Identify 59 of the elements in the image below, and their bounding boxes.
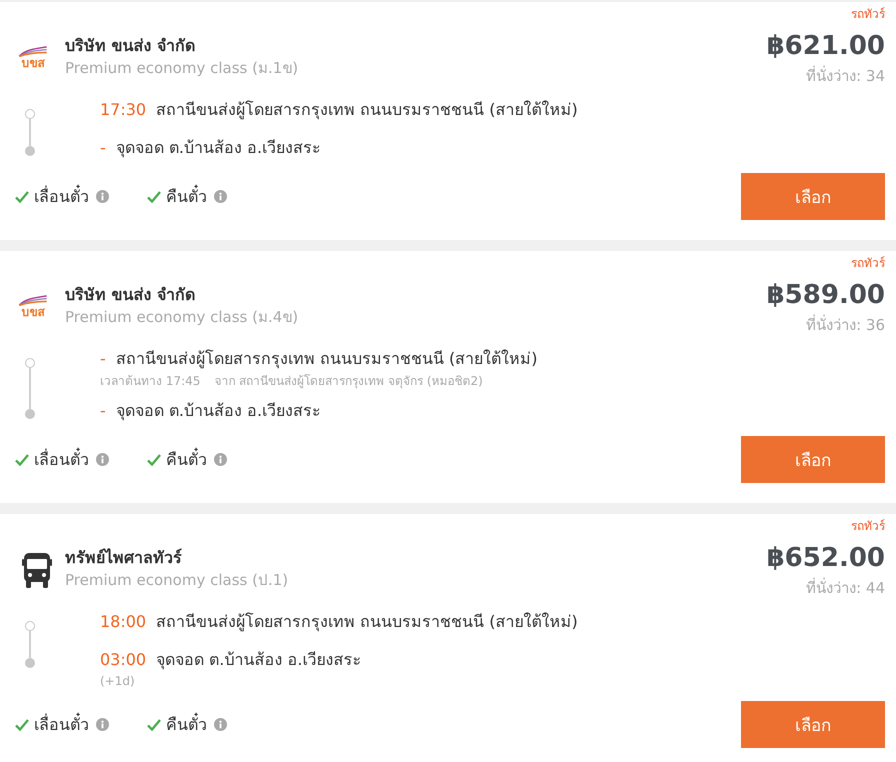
route-line <box>29 631 31 658</box>
ticket-price: ฿652.00 <box>766 542 885 575</box>
info-icon[interactable] <box>214 190 227 203</box>
operator-name: บริษัท ขนส่ง จำกัด <box>65 284 196 306</box>
destination-dot-icon <box>25 658 35 668</box>
bus-icon <box>22 552 52 588</box>
select-button[interactable]: เลือก <box>741 436 885 483</box>
select-button[interactable]: เลือก <box>741 701 885 748</box>
destination-dot-icon <box>25 409 35 419</box>
origin-circle-icon <box>25 109 35 119</box>
origin-circle-icon <box>25 358 35 368</box>
route-line <box>29 368 31 409</box>
info-icon[interactable] <box>214 453 227 466</box>
stop-place: จุดจอด ต.บ้านส้อง อ.เวียงสระ <box>116 137 322 160</box>
stop-place: จุดจอด ต.บ้านส้อง อ.เวียงสระ <box>116 400 322 422</box>
select-button[interactable]: เลือก <box>741 173 885 220</box>
bus-class: Premium economy class (ม.1ข) <box>65 58 298 79</box>
stop-place: สถานีขนส่งผู้โดยสารกรุงเทพ ถนนบรมราชชนนี (สายใต้ใหม่) <box>116 348 538 370</box>
logo-text: บขส <box>22 306 44 318</box>
feature-label: เลื่อนตั๋ว <box>34 448 89 470</box>
destination-dot-icon <box>25 146 35 156</box>
stop-time: - <box>100 400 106 422</box>
stop-time: - <box>100 348 106 370</box>
feature-label: คืนตั๋ว <box>166 186 207 208</box>
ribbon-logo-icon <box>18 46 48 56</box>
info-icon[interactable] <box>96 190 109 203</box>
bus-type-tag: รถทัวร์ <box>851 255 885 271</box>
bus-type-tag: รถทัวร์ <box>851 518 885 534</box>
stop-time: 18:00 <box>100 611 146 633</box>
feature-label: คืนตั๋ว <box>166 714 207 736</box>
stop-time: - <box>100 137 106 159</box>
seats-available: ที่นั่งว่าง: 44 <box>806 578 885 598</box>
feature-label: เลื่อนตั๋ว <box>34 714 89 736</box>
day-offset: (+1d) <box>100 674 135 688</box>
stop-note: จาก สถานีขนส่งผู้โดยสารกรุงเทพ จตุจักร (หมอชิต2) <box>214 373 483 389</box>
bus-class: Premium economy class (ป.1) <box>65 570 288 591</box>
ribbon-logo-icon <box>18 294 48 306</box>
stop-note: เวลาต้นทาง 17:45 <box>100 373 200 389</box>
stop-time: 17:30 <box>100 99 146 121</box>
stop-place: จุดจอด ต.บ้านส้อง อ.เวียงสระ <box>156 649 362 672</box>
bus-type-tag: รถทัวร์ <box>851 6 885 22</box>
seats-available: ที่นั่งว่าง: 34 <box>806 66 885 86</box>
ticket-price: ฿589.00 <box>766 279 885 312</box>
origin-circle-icon <box>25 621 35 631</box>
info-icon[interactable] <box>96 453 109 466</box>
seats-available: ที่นั่งว่าง: 36 <box>806 315 885 335</box>
info-icon[interactable] <box>214 718 227 731</box>
stop-place: สถานีขนส่งผู้โดยสารกรุงเทพ ถนนบรมราชชนนี (สายใต้ใหม่) <box>156 611 578 634</box>
feature-label: คืนตั๋ว <box>166 448 207 470</box>
stop-place: สถานีขนส่งผู้โดยสารกรุงเทพ ถนนบรมราชชนนี (สายใต้ใหม่) <box>156 99 578 122</box>
operator-name: บริษัท ขนส่ง จำกัด <box>65 35 196 57</box>
operator-name: ทรัพย์ไพศาลทัวร์ <box>65 547 183 569</box>
route-line <box>29 119 31 146</box>
bus-class: Premium economy class (ม.4ข) <box>65 307 298 328</box>
feature-label: เลื่อนตั๋ว <box>34 186 89 208</box>
info-icon[interactable] <box>96 718 109 731</box>
ticket-price: ฿621.00 <box>766 30 885 63</box>
stop-time: 03:00 <box>100 649 146 671</box>
logo-text: บขส <box>22 56 44 70</box>
